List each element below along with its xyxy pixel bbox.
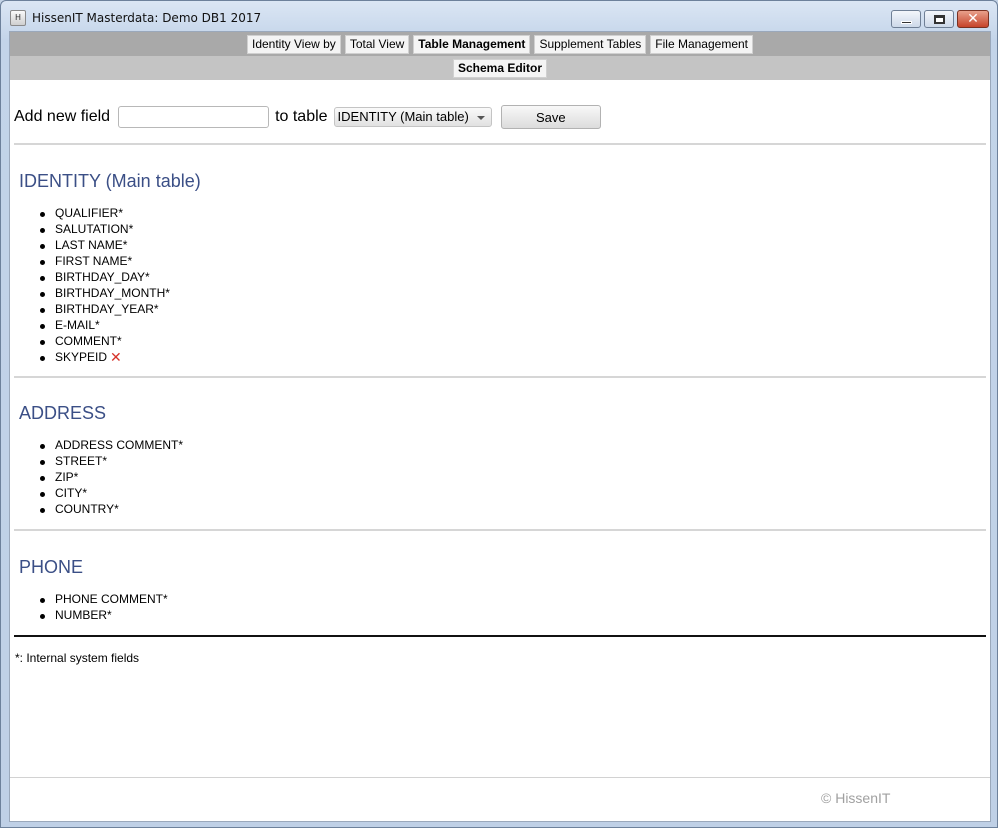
table-select[interactable]: IDENTITY (Main table) (333, 107, 492, 127)
main-nav: Identity View by Total View Table Manage… (10, 32, 990, 56)
field-name: STREET* (55, 454, 108, 468)
field-name: ADDRESS COMMENT* (55, 438, 184, 452)
sub-nav: Schema Editor (10, 56, 990, 80)
list-item: COUNTRY* (39, 501, 183, 517)
divider (14, 529, 986, 531)
new-field-input[interactable] (118, 106, 270, 128)
close-button[interactable]: ✕ (957, 10, 989, 28)
window-title: HissenIT Masterdata: Demo DB1 2017 (32, 11, 262, 25)
list-item: SALUTATION* (40, 221, 170, 237)
field-name: PHONE COMMENT* (55, 592, 168, 606)
maximize-button[interactable] (924, 10, 954, 28)
list-item: LAST NAME* (40, 237, 170, 253)
app-icon[interactable]: H (10, 10, 26, 26)
field-name: E-MAIL* (55, 318, 100, 332)
section-title-phone: PHONE (19, 557, 84, 577)
field-name: QUALIFIER* (55, 206, 124, 220)
list-item: BIRTHDAY_DAY* (40, 269, 170, 285)
divider (14, 376, 986, 378)
divider-bold (14, 635, 986, 637)
copyright: © HissenIT (821, 790, 891, 806)
maximize-icon (934, 15, 945, 24)
close-icon: ✕ (967, 11, 979, 27)
list-item: NUMBER* (40, 607, 168, 623)
chevron-down-icon (476, 116, 485, 120)
delete-icon[interactable]: ✕ (110, 351, 122, 365)
table-select-value: IDENTITY (Main table) (337, 109, 469, 124)
list-item: STREET* (39, 453, 183, 469)
field-name: LAST NAME* (55, 238, 128, 252)
list-item: BIRTHDAY_YEAR* (40, 301, 170, 317)
address-field-list: ADDRESS COMMENT* STREET* ZIP* CITY* COUN… (39, 437, 184, 517)
list-item: COMMENT* (40, 333, 170, 349)
identity-field-list: QUALIFIER* SALUTATION* LAST NAME* FIRST … (40, 205, 170, 365)
app-window: H HissenIT Masterdata: Demo DB1 2017 ✕ I… (0, 0, 998, 828)
section-title-address: ADDRESS (19, 403, 107, 423)
field-name: SKYPEID (55, 350, 108, 364)
tab-schema-editor[interactable]: Schema Editor (452, 58, 548, 78)
list-item: ZIP* (39, 469, 183, 485)
field-name: FIRST NAME* (55, 254, 133, 268)
list-item: SKYPEID ✕ (40, 349, 170, 365)
title-bar[interactable]: H HissenIT Masterdata: Demo DB1 2017 ✕ (1, 1, 997, 31)
list-item: PHONE COMMENT* (40, 591, 168, 607)
field-name: COUNTRY* (55, 502, 119, 516)
add-new-field-label: Add new field (14, 108, 111, 125)
list-item: E-MAIL* (40, 317, 170, 333)
tab-identity-view-by[interactable]: Identity View by (246, 34, 341, 54)
list-item: BIRTHDAY_MONTH* (40, 285, 170, 301)
field-name: BIRTHDAY_YEAR* (55, 302, 159, 316)
tab-total-view[interactable]: Total View (344, 34, 410, 54)
add-field-toolbar: Add new field to table IDENTITY (Main ta… (14, 104, 601, 130)
tab-file-management[interactable]: File Management (650, 34, 754, 54)
phone-field-list: PHONE COMMENT* NUMBER* (40, 591, 168, 623)
list-item: CITY* (39, 485, 183, 501)
section-title-identity: IDENTITY (Main table) (19, 171, 201, 191)
field-name: CITY* (55, 486, 88, 500)
field-name: BIRTHDAY_DAY* (55, 270, 150, 284)
field-name: SALUTATION* (55, 222, 134, 236)
minimize-button[interactable] (891, 10, 921, 28)
window-controls: ✕ (891, 10, 989, 28)
to-table-label: to table (275, 108, 328, 125)
tab-supplement-tables[interactable]: Supplement Tables (534, 34, 647, 54)
footer-divider (10, 777, 990, 778)
minimize-icon (901, 21, 912, 24)
footnote: *: Internal system fields (15, 651, 140, 665)
tab-table-management[interactable]: Table Management (413, 34, 531, 54)
field-name: ZIP* (55, 470, 79, 484)
list-item: QUALIFIER* (40, 205, 170, 221)
field-name: NUMBER* (55, 608, 112, 622)
list-item: ADDRESS COMMENT* (39, 437, 184, 453)
field-name: COMMENT* (55, 334, 122, 348)
divider (14, 143, 986, 145)
save-button[interactable]: Save (500, 105, 601, 129)
client-area: Identity View by Total View Table Manage… (9, 31, 991, 822)
list-item: FIRST NAME* (40, 253, 170, 269)
field-name: BIRTHDAY_MONTH* (55, 286, 170, 300)
